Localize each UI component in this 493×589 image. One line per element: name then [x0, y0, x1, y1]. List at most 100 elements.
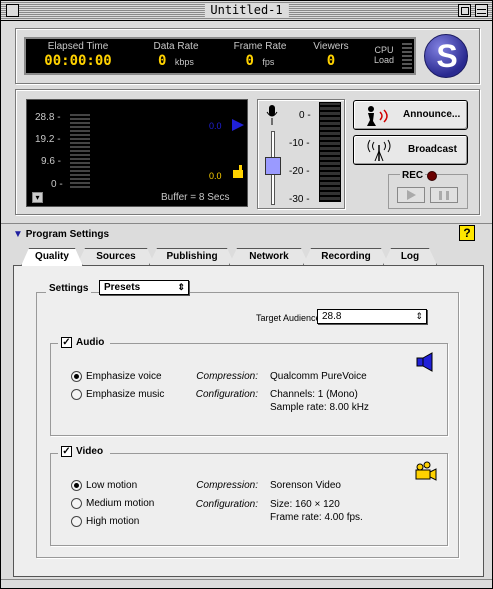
emphasize-music-label: Emphasize music: [86, 389, 165, 400]
video-compression-label: Compression:: [196, 480, 258, 491]
updown-arrows-icon: ⇕: [415, 311, 423, 321]
video-size-value: Size: 160 × 120: [270, 499, 340, 510]
low-motion-radio[interactable]: [71, 480, 82, 491]
frame-rate-unit: fps: [262, 57, 275, 67]
video-rate-value: 0.0: [209, 121, 222, 131]
settings-preset-value: Presets: [104, 282, 141, 293]
volume-slider-thumb[interactable]: [265, 157, 281, 175]
tab-quality[interactable]: Quality: [21, 248, 83, 266]
viewers-value: 0: [326, 53, 336, 69]
announce-button[interactable]: Announce...: [353, 100, 468, 130]
data-rate-unit: kbps: [174, 57, 194, 67]
program-settings-header[interactable]: ▼ Program Settings: [13, 229, 109, 241]
elapsed-time-value: 00:00:00: [44, 53, 112, 69]
elapsed-time-label: Elapsed Time: [47, 41, 109, 52]
meter-menu-button[interactable]: ▾: [32, 192, 43, 203]
load-label: Load: [374, 55, 395, 65]
disclosure-triangle-icon[interactable]: ▼: [13, 229, 23, 240]
collapse-box[interactable]: [475, 4, 488, 17]
audio-configuration-label: Configuration:: [195, 389, 258, 400]
high-motion-label: High motion: [86, 516, 140, 527]
quality-tab-panel: Settings Presets ⇕ Target Audience 28.8 …: [13, 265, 484, 577]
announce-icon: [367, 106, 388, 126]
data-rate-label: Data Rate: [153, 41, 199, 52]
frame-rate-value: 0: [245, 53, 254, 69]
divider: [1, 223, 492, 224]
logo-letter: S: [436, 38, 458, 74]
zoom-box[interactable]: [458, 4, 471, 17]
settings-preset-select[interactable]: Presets ⇕: [99, 280, 189, 295]
data-rate: Data Rate 0 kbps: [142, 41, 210, 70]
tab-sources[interactable]: Sources: [77, 248, 155, 265]
target-audience-value: 28.8: [322, 311, 342, 322]
sorenson-logo: S: [424, 34, 468, 78]
audio-sample-rate-value: Sample rate: 8.00 kHz: [270, 402, 369, 413]
tab-recording[interactable]: Recording: [303, 248, 389, 265]
rec-indicator-icon: [427, 171, 437, 181]
emphasize-voice-label: Emphasize voice: [86, 371, 162, 382]
tab-network[interactable]: Network: [229, 248, 309, 265]
bandwidth-meter: 28.8 - 19.2 - 9.6 - 0 - 0.0 0.0 Buffer =…: [26, 99, 248, 207]
target-audience-select[interactable]: 28.8 ⇕: [317, 309, 427, 324]
tab-publishing[interactable]: Publishing: [149, 248, 235, 265]
blue-flag-icon: [232, 119, 244, 131]
play-icon: [407, 190, 416, 200]
help-button[interactable]: ?: [459, 225, 475, 241]
db-tick-label: -10 -: [289, 138, 310, 149]
meter-tick-label: 9.6 -: [41, 156, 62, 167]
recording-controls: REC: [388, 170, 468, 209]
db-tick-label: -30 -: [289, 194, 310, 205]
emphasize-voice-radio[interactable]: [71, 371, 82, 382]
medium-motion-radio[interactable]: [71, 498, 82, 509]
elapsed-time: Elapsed Time 00:00:00: [32, 41, 124, 69]
broadcast-antenna-icon: [367, 139, 391, 162]
video-camera-icon: [415, 461, 437, 481]
meter-tick-label: 28.8 -: [35, 112, 61, 123]
speaker-flag-icon: [416, 352, 433, 372]
buffer-text: Buffer = 8 Secs: [161, 192, 230, 203]
video-compression-value: Sorenson Video: [270, 480, 341, 491]
db-tick-label: 0 -: [299, 110, 311, 121]
meter-tick-label: 0 -: [51, 179, 63, 190]
target-audience-label: Target Audience: [256, 313, 321, 323]
audio-channels-value: Channels: 1 (Mono): [270, 389, 358, 400]
pause-button[interactable]: [430, 187, 458, 203]
cpu-load-label: CPU Load: [374, 45, 394, 65]
pause-icon: [439, 191, 449, 200]
announce-label: Announce...: [403, 109, 461, 120]
title-bar[interactable]: Untitled-1: [1, 1, 492, 21]
video-frame-rate-value: Frame rate: 4.00 fps.: [270, 512, 363, 523]
status-bar: Elapsed Time 00:00:00 Data Rate 0 kbps F…: [24, 37, 416, 75]
audio-rate-value: 0.0: [209, 171, 222, 181]
rec-label: REC: [400, 170, 426, 182]
audio-compression-label: Compression:: [196, 371, 258, 382]
window-title: Untitled-1: [204, 3, 289, 18]
high-motion-radio[interactable]: [71, 516, 82, 527]
broadcast-label: Broadcast: [408, 144, 457, 155]
video-configuration-label: Configuration:: [195, 499, 258, 510]
settings-label: Settings: [46, 283, 92, 295]
cpu-load-meter: [402, 43, 412, 71]
close-box[interactable]: [6, 4, 19, 17]
viewers-label: Viewers: [313, 41, 349, 52]
microphone-icon: [266, 105, 278, 125]
cpu-label: CPU: [374, 45, 394, 55]
meter-bar: [70, 114, 90, 190]
main-window: Untitled-1 Elapsed Time 00:00:00 Data Ra…: [0, 0, 493, 589]
low-motion-label: Low motion: [86, 480, 138, 491]
tab-log[interactable]: Log: [383, 248, 437, 265]
play-button[interactable]: [397, 187, 425, 203]
medium-motion-label: Medium motion: [86, 498, 155, 509]
viewers: Viewers 0: [308, 41, 354, 69]
audio-label: Audio: [76, 337, 105, 348]
audio-checkbox[interactable]: ✓: [61, 337, 72, 348]
video-label: Video: [76, 446, 104, 457]
broadcast-button[interactable]: Broadcast: [353, 135, 468, 165]
data-rate-value: 0: [158, 53, 167, 69]
updown-arrows-icon: ⇕: [177, 282, 185, 292]
emphasize-music-radio[interactable]: [71, 389, 82, 400]
video-checkbox[interactable]: ✓: [61, 446, 72, 457]
db-tick-label: -20 -: [289, 166, 310, 177]
program-settings-label: Program Settings: [25, 229, 110, 240]
yellow-hand-icon: [233, 165, 243, 178]
